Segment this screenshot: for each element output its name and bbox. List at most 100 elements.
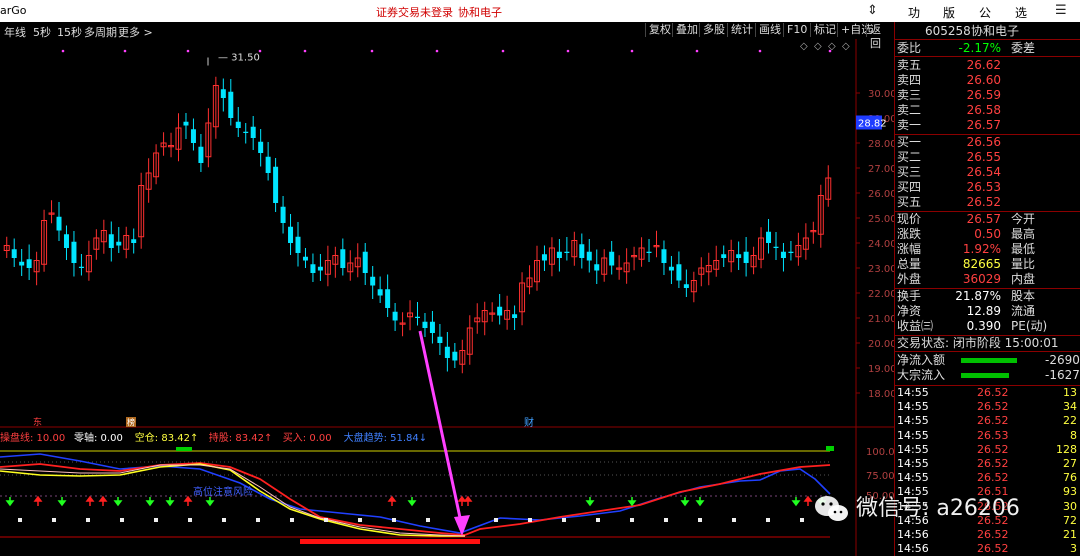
- trend-line-blue: [0, 453, 831, 534]
- high-price-label: — 31.50: [218, 53, 260, 64]
- indicator-legend-item: 操盘线: 10.00: [0, 431, 65, 444]
- btn-overlay[interactable]: 叠加: [672, 23, 701, 37]
- stat-value: 36029: [962, 272, 1001, 286]
- tick-volume: 3: [1070, 542, 1077, 556]
- signal-square: [52, 518, 56, 522]
- candle-body-down: [766, 231, 772, 243]
- sell-arrow-icon: [695, 497, 705, 507]
- candle-body-down: [721, 254, 727, 258]
- signal-square: [698, 518, 702, 522]
- trade-state-text: 交易状态: 闭市阶段 15:00:01: [897, 336, 1059, 350]
- bid-price: 26.56: [966, 135, 1001, 149]
- buy-arrow-icon: [463, 495, 473, 506]
- candle-body-down: [11, 249, 17, 258]
- diamond-icon: ◇: [814, 41, 822, 52]
- btn-stats[interactable]: 统计: [727, 23, 756, 37]
- indicator-tick-label: 100.0: [866, 447, 894, 458]
- tick-price: 26.52: [977, 542, 1009, 556]
- sell-arrow-icon: [791, 497, 801, 507]
- stat-row: 净资 12.89 流通: [895, 304, 1080, 319]
- btn-mark[interactable]: 标记: [810, 23, 839, 37]
- candle-body-down: [370, 276, 376, 286]
- ask-row: 卖一 26.57: [895, 118, 1080, 133]
- stat-label: 现价: [897, 212, 922, 226]
- btn-back[interactable]: 返回: [866, 23, 894, 50]
- bid-row: 买四 26.53: [895, 180, 1080, 195]
- signal-square: [562, 518, 566, 522]
- stat-value: 82665: [962, 257, 1001, 271]
- btn-fuquan[interactable]: 复权: [645, 23, 674, 37]
- indicator-legend-item: 大盘趋势: 51.84↓: [344, 431, 428, 444]
- tick-volume: 22: [1063, 414, 1077, 428]
- indicator-legend-item: 零轴: 0.00: [74, 431, 123, 444]
- candle-body-down: [780, 251, 786, 258]
- candle-body-down: [556, 251, 562, 258]
- tick-volume: 30: [1063, 499, 1077, 513]
- signal-dot: [370, 49, 374, 53]
- candle-body-down: [497, 306, 503, 316]
- signal-dot: [123, 49, 127, 53]
- tick-row: 14:55 26.53 8: [895, 429, 1080, 443]
- price-tick-label: 24.00: [868, 239, 894, 250]
- period-year[interactable]: 年线: [4, 24, 26, 40]
- signal-dot: [258, 49, 262, 53]
- btn-f10[interactable]: F10: [783, 23, 810, 37]
- price-tick-label: 20.00: [868, 339, 894, 350]
- stat-label: 总量: [897, 257, 922, 271]
- sell-arrow-icon: [627, 497, 637, 507]
- stock-header[interactable]: 605258 协和电子: [895, 24, 1080, 39]
- period-15s[interactable]: 15秒: [57, 24, 82, 40]
- tick-time: 14:55: [897, 414, 929, 428]
- candle-body-down: [183, 121, 189, 126]
- bid-label: 买四: [897, 180, 922, 194]
- signal-square: [664, 518, 668, 522]
- stat-label: 涨幅: [897, 242, 922, 256]
- tick-time: 14:55: [897, 428, 929, 442]
- stat-label-2: 内盘: [1011, 272, 1036, 286]
- period-more[interactable]: 更多 >: [118, 24, 153, 40]
- btn-draw[interactable]: 画线: [755, 23, 784, 37]
- period-5s[interactable]: 5秒: [33, 24, 51, 40]
- divider: [895, 56, 1080, 57]
- candle-body-down: [317, 266, 323, 271]
- candle-body-down: [452, 351, 458, 361]
- tick-price: 26.53: [977, 428, 1009, 442]
- hamburger-icon[interactable]: ☰: [1055, 3, 1067, 18]
- tick-price: 26.52: [977, 457, 1009, 470]
- ask-price: 26.62: [966, 58, 1001, 72]
- signal-dot: [186, 49, 190, 53]
- candle-body-down: [19, 261, 25, 266]
- tick-price: 26.52: [977, 414, 1009, 428]
- candle-body-down: [437, 336, 443, 343]
- period-multi[interactable]: 多周期: [84, 24, 117, 40]
- btn-multi-stock[interactable]: 多股: [699, 23, 728, 37]
- tick-time: 14:56: [897, 542, 929, 556]
- scroll-icon[interactable]: ⇕: [867, 3, 878, 18]
- candle-body-down: [116, 241, 122, 246]
- diamond-icon: ◇: [828, 41, 836, 52]
- quote-panel: 605258 协和电子 委比 -2.17% 委差 卖五 26.62 卖四 26.60 卖三 26.5…: [894, 22, 1080, 556]
- signal-square: [324, 518, 328, 522]
- diamond-icon: ◇: [842, 41, 850, 52]
- price-grid: [0, 39, 894, 556]
- bid-price: 26.55: [966, 150, 1001, 164]
- weibi-label: 委比: [897, 41, 922, 55]
- sell-arrow-icon: [5, 497, 15, 507]
- tick-price: 26.52: [977, 400, 1009, 414]
- tick-price: 26.52: [977, 471, 1009, 485]
- candle-body-down: [235, 121, 241, 128]
- kline-chart[interactable]: 30.0029.0028.0027.0026.0025.0024.0023.00…: [0, 39, 894, 556]
- flow-value: -1627: [1045, 368, 1080, 382]
- stat-row: 换手 21.87% 股本: [895, 289, 1080, 304]
- signal-square: [630, 518, 634, 522]
- candle-body-down: [71, 241, 77, 263]
- candle-body-down: [131, 239, 137, 243]
- ask-label: 卖五: [897, 58, 922, 72]
- bid-label: 买二: [897, 150, 922, 164]
- bid-price: 26.52: [966, 195, 1001, 209]
- stat-row: 涨跌 0.50 最高: [895, 227, 1080, 242]
- tick-price: 26.52: [977, 442, 1009, 456]
- indicator-tick-label: 75.00: [866, 471, 894, 482]
- weicha-label: 委差: [1011, 41, 1036, 55]
- login-status[interactable]: 证券交易未登录: [376, 4, 453, 20]
